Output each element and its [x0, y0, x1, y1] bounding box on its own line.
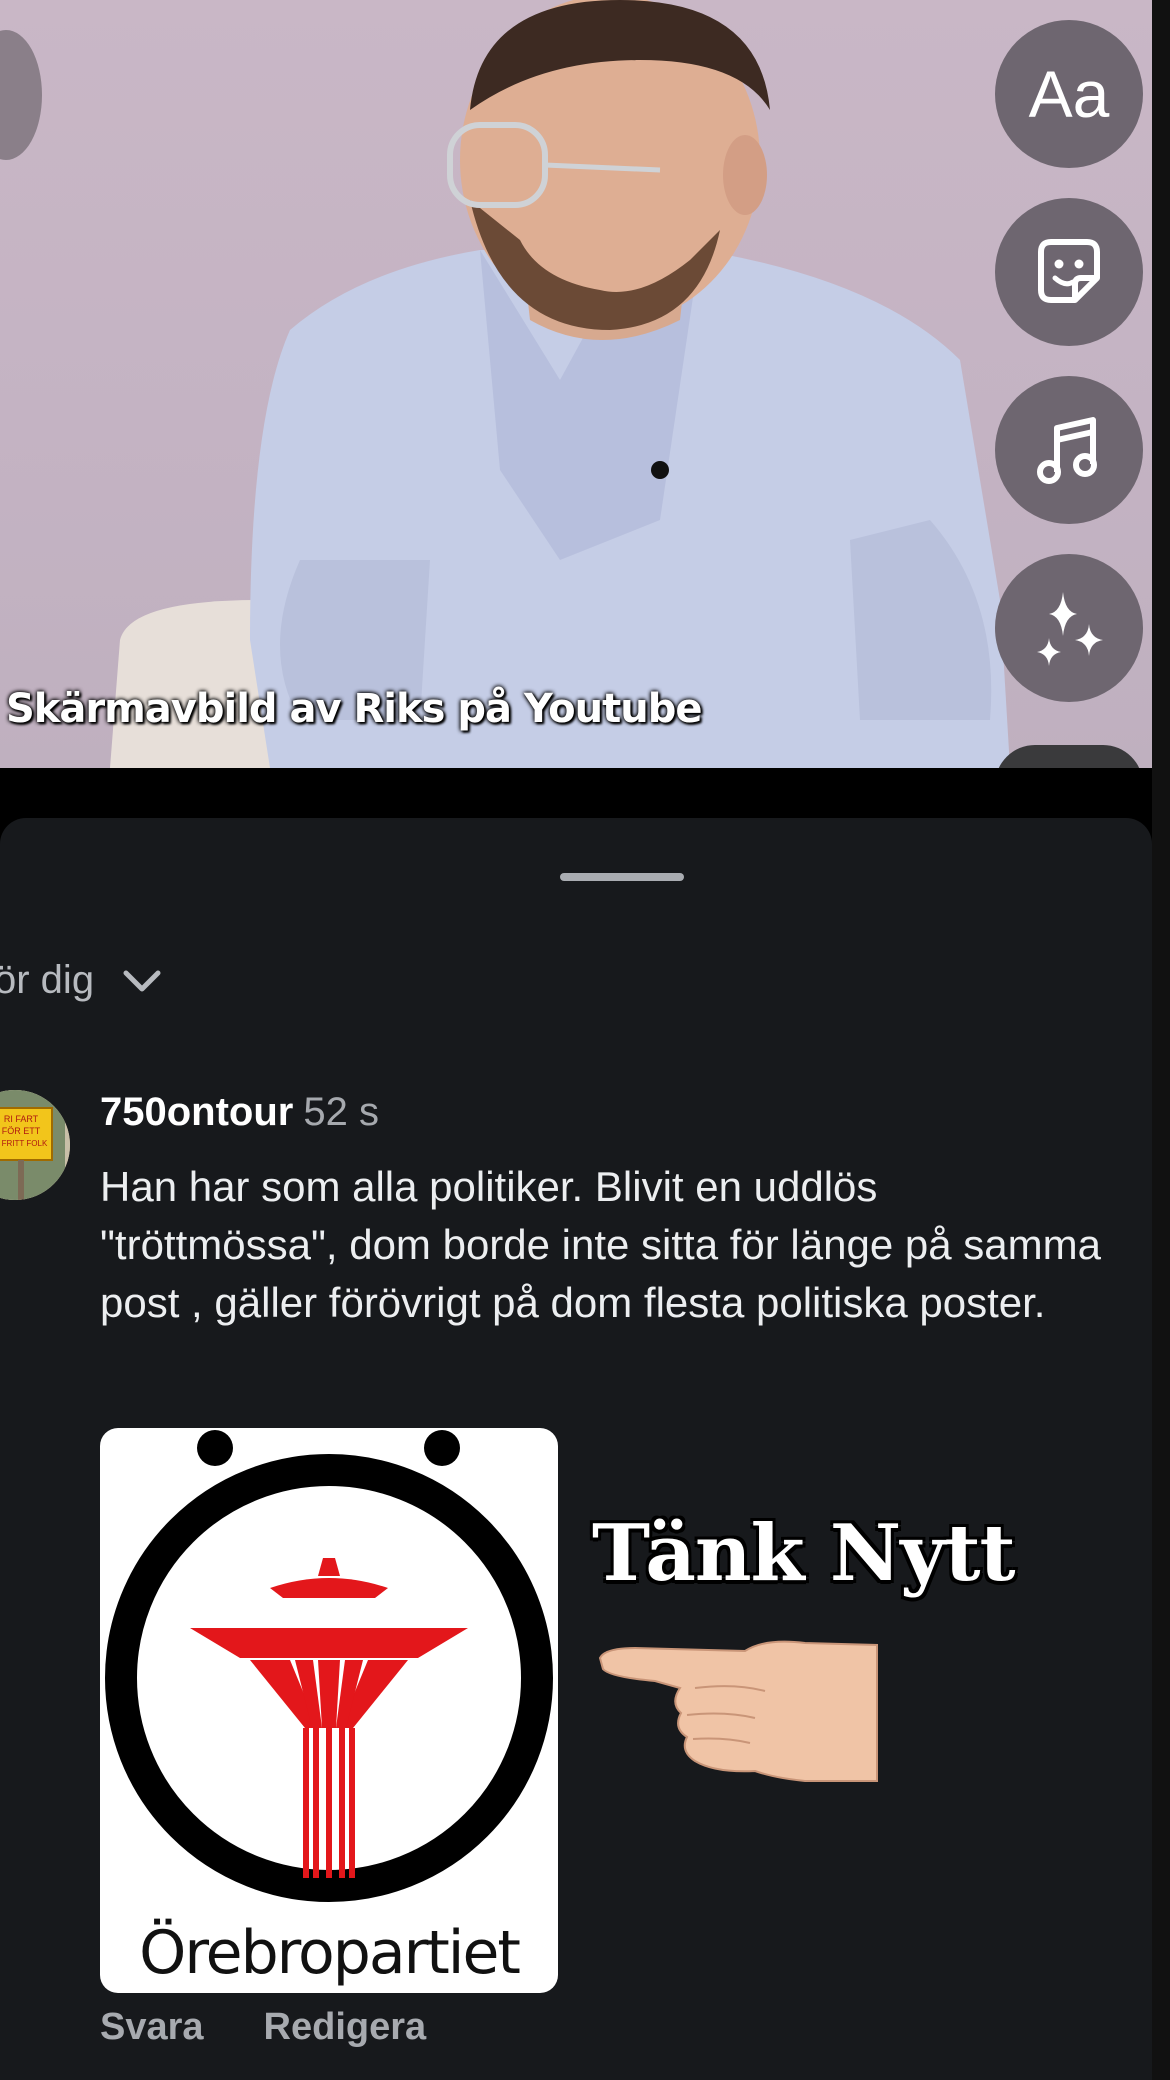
- chevron-down-icon: [123, 970, 161, 991]
- comment-time: 52 s: [303, 1090, 379, 1134]
- effects-tool-button[interactable]: [995, 554, 1143, 702]
- avatar-image: RI FART FÖR ETT T FRITT FOLK: [0, 1090, 70, 1200]
- sparkles-icon: [1037, 592, 1103, 666]
- comment-filter-dropdown[interactable]: ör dig: [0, 958, 162, 1003]
- video-frame-person: [110, 0, 1010, 768]
- comment-image-attachment[interactable]: Örebropartiet: [100, 1428, 558, 1993]
- screen-edge: [1152, 0, 1170, 2080]
- story-video: Skärmavbild av Riks på Youtube Aa: [0, 0, 1152, 768]
- sticker-tool-button[interactable]: [995, 198, 1143, 346]
- logo-text: Örebropartiet: [139, 1918, 521, 1988]
- filter-label: ör dig: [0, 958, 95, 1002]
- comments-sheet: ör dig RI FART FÖR ETT T FRITT FOLK 750o…: [0, 818, 1152, 2080]
- more-tools-button[interactable]: [995, 745, 1143, 768]
- svg-text:RI FART: RI FART: [4, 1114, 39, 1124]
- orebropartiet-logo: [105, 1430, 553, 1902]
- music-note-icon: [1037, 417, 1097, 484]
- svg-text:FÖR ETT: FÖR ETT: [2, 1126, 41, 1136]
- video-caption: Skärmavbild av Riks på Youtube: [6, 686, 702, 732]
- avatar[interactable]: RI FART FÖR ETT T FRITT FOLK: [0, 1090, 70, 1200]
- comment-actions: Svara Redigera: [100, 2006, 426, 2049]
- reply-button[interactable]: Svara: [100, 2006, 204, 2049]
- sheet-grabber[interactable]: [560, 873, 684, 881]
- text-tool-button[interactable]: Aa: [995, 20, 1143, 168]
- pointing-hand-icon: [598, 1640, 878, 1782]
- comment-username[interactable]: 750ontour: [100, 1090, 293, 1134]
- svg-text:T FRITT FOLK: T FRITT FOLK: [0, 1139, 48, 1148]
- music-tool-button[interactable]: [995, 376, 1143, 524]
- text-icon: Aa: [1028, 57, 1110, 131]
- comment-text: Han har som alla politiker. Blivit en ud…: [100, 1163, 1101, 1326]
- comment-header: 750ontour 52 s: [100, 1090, 379, 1135]
- overlay-text: Tänk Nytt: [592, 1508, 1016, 1599]
- edit-button[interactable]: Redigera: [264, 2006, 427, 2049]
- sticker-icon: [1038, 239, 1100, 303]
- divider-band: [0, 768, 1152, 818]
